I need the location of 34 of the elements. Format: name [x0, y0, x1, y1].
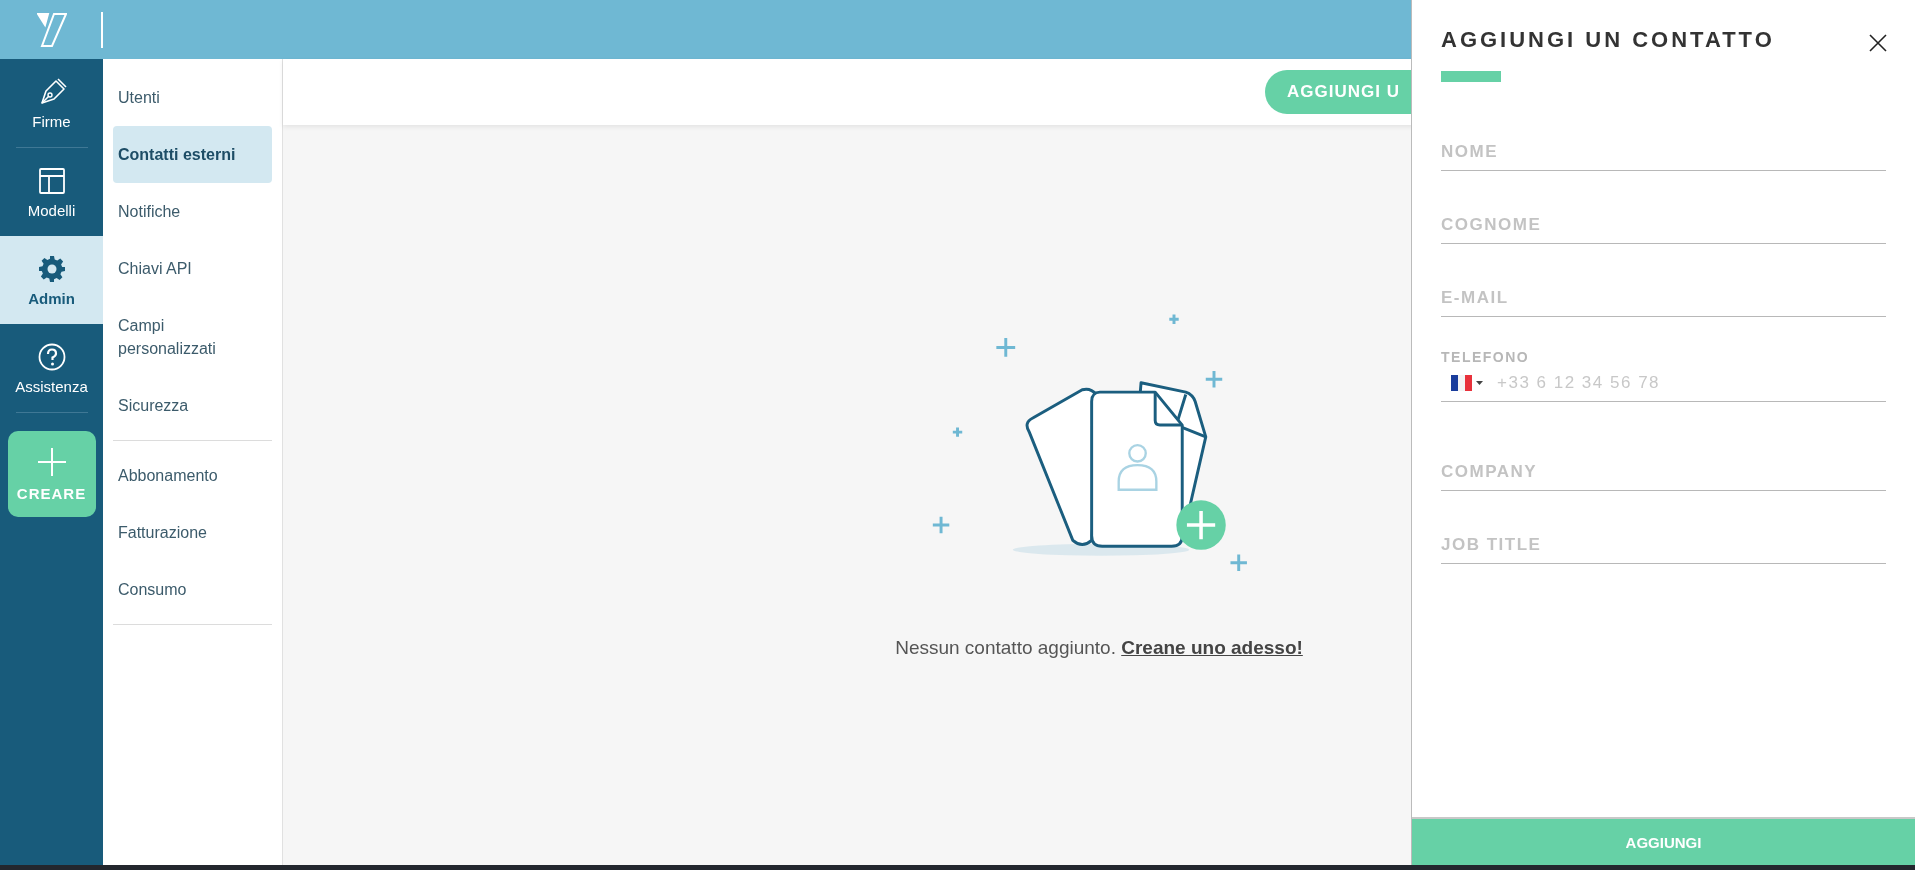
panel-title: AGGIUNGI UN CONTATTO	[1441, 27, 1775, 53]
empty-message: Nessun contatto aggiunto. Creane uno adesso!	[895, 637, 1303, 659]
text-field[interactable]: JOB TITLE	[1441, 527, 1886, 564]
nav-label: Admin	[28, 289, 75, 307]
close-icon[interactable]	[1869, 34, 1887, 52]
nav-item[interactable]: Modelli	[0, 148, 103, 236]
text-field[interactable]: NOME	[1441, 134, 1886, 171]
submenu-item[interactable]: Fatturazione	[113, 504, 272, 561]
nav-label: Firme	[32, 112, 71, 130]
submenu-item[interactable]: Contatti esterni	[113, 126, 272, 183]
gear-icon	[36, 253, 67, 284]
flag-icon	[1451, 375, 1485, 391]
plus-icon	[36, 446, 67, 477]
create-link[interactable]: Creane uno adesso!	[1121, 637, 1303, 658]
submenu-item[interactable]: Abbonamento	[113, 447, 272, 504]
nav-label: Modelli	[27, 201, 76, 219]
layout-icon	[36, 165, 67, 196]
submenu-item[interactable]: Sicurezza	[113, 377, 272, 434]
submenu-item[interactable]: Notifiche	[113, 183, 272, 240]
title-underline	[1441, 71, 1501, 82]
submenu-item[interactable]: Utenti	[113, 69, 272, 126]
text-field[interactable]: COGNOME	[1441, 207, 1886, 244]
submenu-item[interactable]: Consumo	[113, 561, 272, 618]
nav-label: Assistenza	[15, 377, 88, 395]
nav-item[interactable]: Admin	[0, 236, 103, 324]
submenu-item[interactable]: Chiavi API	[113, 240, 272, 297]
help-icon	[36, 341, 67, 372]
country-dropdown[interactable]	[1451, 375, 1485, 391]
text-field[interactable]: E-MAIL	[1441, 280, 1886, 317]
nav-item[interactable]: Assistenza	[0, 324, 103, 412]
text-field[interactable]: COMPANY	[1441, 454, 1886, 491]
submenu-item[interactable]: Campi personalizzati	[113, 297, 272, 377]
nav-item[interactable]: Firme	[0, 59, 103, 147]
field-label: TELEFONO	[1441, 349, 1530, 365]
